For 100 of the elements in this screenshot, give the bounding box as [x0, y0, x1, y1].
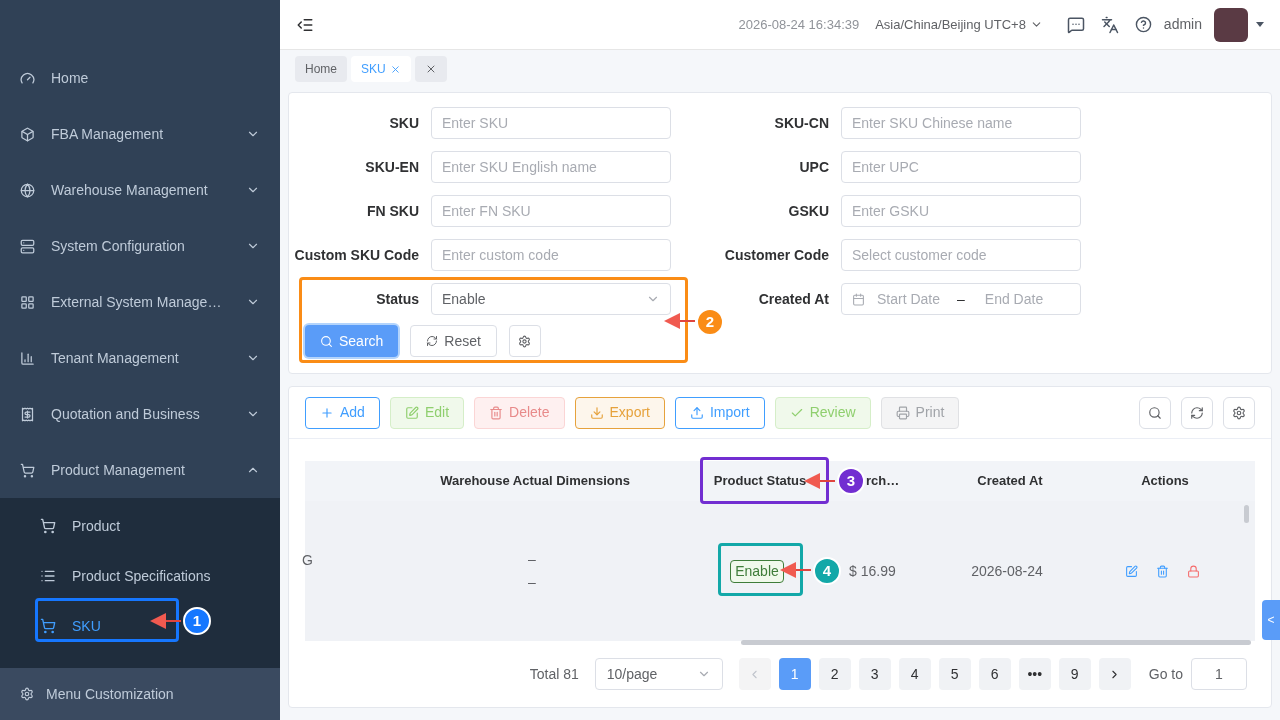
pointer-arrow — [780, 561, 812, 579]
search-icon — [320, 334, 333, 348]
page-size-select[interactable]: 10/page — [594, 658, 723, 690]
goto-page-field[interactable]: 1 — [1191, 658, 1247, 690]
sidebar-item[interactable]: Product Management — [0, 442, 280, 498]
table-cell-text: G — [302, 550, 314, 570]
field-label: FN SKU — [365, 201, 420, 221]
input-field[interactable]: Enter custom code — [431, 239, 671, 271]
plus-icon — [320, 405, 334, 420]
translate-icon[interactable] — [1100, 15, 1119, 34]
username[interactable]: admin — [1163, 14, 1202, 35]
refresh-icon — [1190, 405, 1204, 420]
sidebar-item[interactable]: Quotation and Business — [0, 386, 280, 442]
field-label: SKU — [388, 113, 420, 133]
help-icon[interactable] — [1134, 16, 1152, 33]
cart-icon — [40, 518, 56, 534]
page-button[interactable]: ••• — [1018, 658, 1051, 690]
page-button[interactable]: 5 — [938, 658, 971, 690]
refresh-button[interactable] — [1181, 396, 1213, 429]
refresh-icon — [426, 335, 439, 347]
download-icon — [589, 405, 604, 420]
list-icon — [40, 568, 56, 584]
sidebar-item[interactable]: Home — [0, 50, 280, 106]
reset-button[interactable]: Reset — [410, 325, 497, 357]
search-button[interactable] — [1139, 396, 1171, 429]
avatar[interactable] — [1214, 7, 1248, 42]
field-label: Created At — [757, 289, 830, 309]
table-cell-text: – — [528, 573, 536, 592]
pointer-arrow — [804, 472, 836, 490]
column-header: Warehouse Actual Dimensions — [440, 473, 630, 489]
column-header: Product Status — [713, 473, 807, 489]
settings-icon — [20, 687, 34, 701]
page-button[interactable]: 3 — [858, 658, 891, 690]
input-field[interactable]: Enter GSKU — [841, 195, 1081, 227]
lock-icon[interactable] — [1186, 564, 1200, 578]
goto-label: Go to — [1148, 664, 1183, 684]
field-label: Status — [375, 289, 420, 309]
submenu-item[interactable]: Product Specifications — [0, 551, 219, 601]
cart-icon — [40, 618, 56, 634]
column-header: Created At — [977, 473, 1043, 489]
input-field[interactable]: Enter FN SKU — [431, 195, 671, 227]
field-label: GSKU — [787, 201, 830, 221]
close-icon[interactable] — [389, 63, 401, 75]
globe-icon — [20, 182, 35, 198]
total-count: Total 81 — [529, 664, 579, 684]
field-label: Customer Code — [723, 245, 830, 265]
table-cell-text: 2026-08-24 — [970, 561, 1044, 581]
input-field[interactable]: Enter SKU English name — [431, 151, 671, 183]
sidebar-item[interactable]: External System Manage… — [0, 274, 280, 330]
input-field[interactable]: Select customer code — [841, 239, 1081, 271]
vertical-scrollbar — [1244, 505, 1249, 523]
edit-icon[interactable] — [1124, 564, 1138, 578]
timezone-dropdown[interactable]: Asia/China/Beijing UTC+8 — [875, 14, 1043, 35]
field-label: Custom SKU Code — [293, 245, 420, 265]
gauge-icon — [20, 70, 35, 86]
search-icon — [1148, 405, 1162, 420]
chat-icon[interactable] — [1066, 15, 1085, 34]
page-button[interactable]: 2 — [818, 658, 851, 690]
pointer-arrow — [664, 312, 696, 330]
column-header: rch… — [866, 473, 900, 489]
page-button[interactable]: 4 — [898, 658, 931, 690]
date-range-field[interactable]: Start Date – End Date — [841, 283, 1081, 315]
grid-icon — [20, 294, 35, 310]
trash-icon[interactable] — [1155, 564, 1169, 578]
sidebar-item[interactable]: FBA Management — [0, 106, 280, 162]
field-label: SKU-EN — [364, 157, 420, 177]
column-header: Actions — [1141, 473, 1189, 489]
printer-icon — [895, 405, 910, 420]
input-field[interactable]: Enter SKU — [431, 107, 671, 139]
caret-icon[interactable] — [1256, 22, 1264, 27]
server-icon — [20, 238, 35, 254]
edit-icon — [404, 405, 419, 420]
input-field[interactable]: Enter UPC — [841, 151, 1081, 183]
table-cell-text: $ 16.99 — [848, 561, 897, 581]
field-label: UPC — [798, 157, 830, 177]
settings-button[interactable] — [1223, 396, 1255, 429]
input-field[interactable]: Enter SKU Chinese name — [841, 107, 1081, 139]
sidebar-item[interactable]: System Configuration — [0, 218, 280, 274]
menu-customization-button[interactable]: Menu Customization — [0, 668, 280, 720]
page-button[interactable]: 9 — [1058, 658, 1091, 690]
submenu-item[interactable]: SKU — [0, 601, 140, 651]
box-icon — [20, 126, 35, 142]
sidebar-item[interactable]: Tenant Management — [0, 330, 280, 386]
receipt-icon — [20, 406, 35, 422]
datetime-text: 2026-08-24 16:34:39 — [738, 15, 860, 34]
submenu-item[interactable]: Product — [0, 501, 140, 551]
trash-icon — [489, 405, 504, 420]
page-button[interactable]: 6 — [978, 658, 1011, 690]
settings-icon — [518, 334, 532, 348]
status-select[interactable]: Enable — [431, 283, 671, 315]
cart-icon — [20, 462, 35, 478]
bar-chart-icon — [20, 350, 35, 366]
upload-icon — [690, 405, 704, 420]
settings-button[interactable] — [508, 325, 541, 357]
sidebar-item[interactable]: Warehouse Management — [0, 162, 280, 218]
pointer-arrow — [150, 612, 182, 630]
table-cell-text: – — [528, 550, 536, 569]
settings-icon — [1232, 405, 1246, 420]
page-tab[interactable]: Home — [295, 56, 347, 82]
status-tag: Enable — [730, 559, 784, 583]
